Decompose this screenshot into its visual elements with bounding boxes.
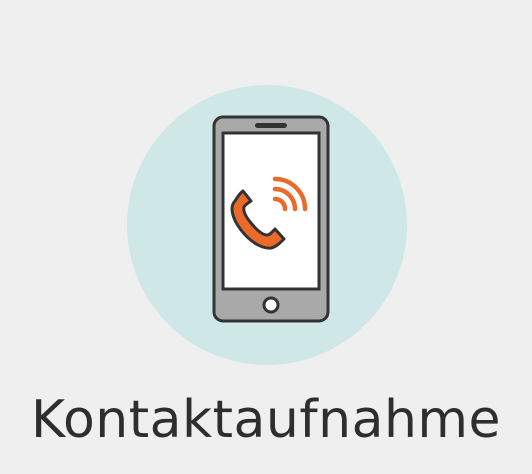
- tile-label: Kontaktaufnahme: [30, 390, 502, 450]
- contact-tile[interactable]: Kontaktaufnahme: [0, 0, 532, 474]
- speaker-slot: [255, 123, 287, 128]
- phone-call-icon: [127, 85, 407, 365]
- home-button: [262, 296, 280, 314]
